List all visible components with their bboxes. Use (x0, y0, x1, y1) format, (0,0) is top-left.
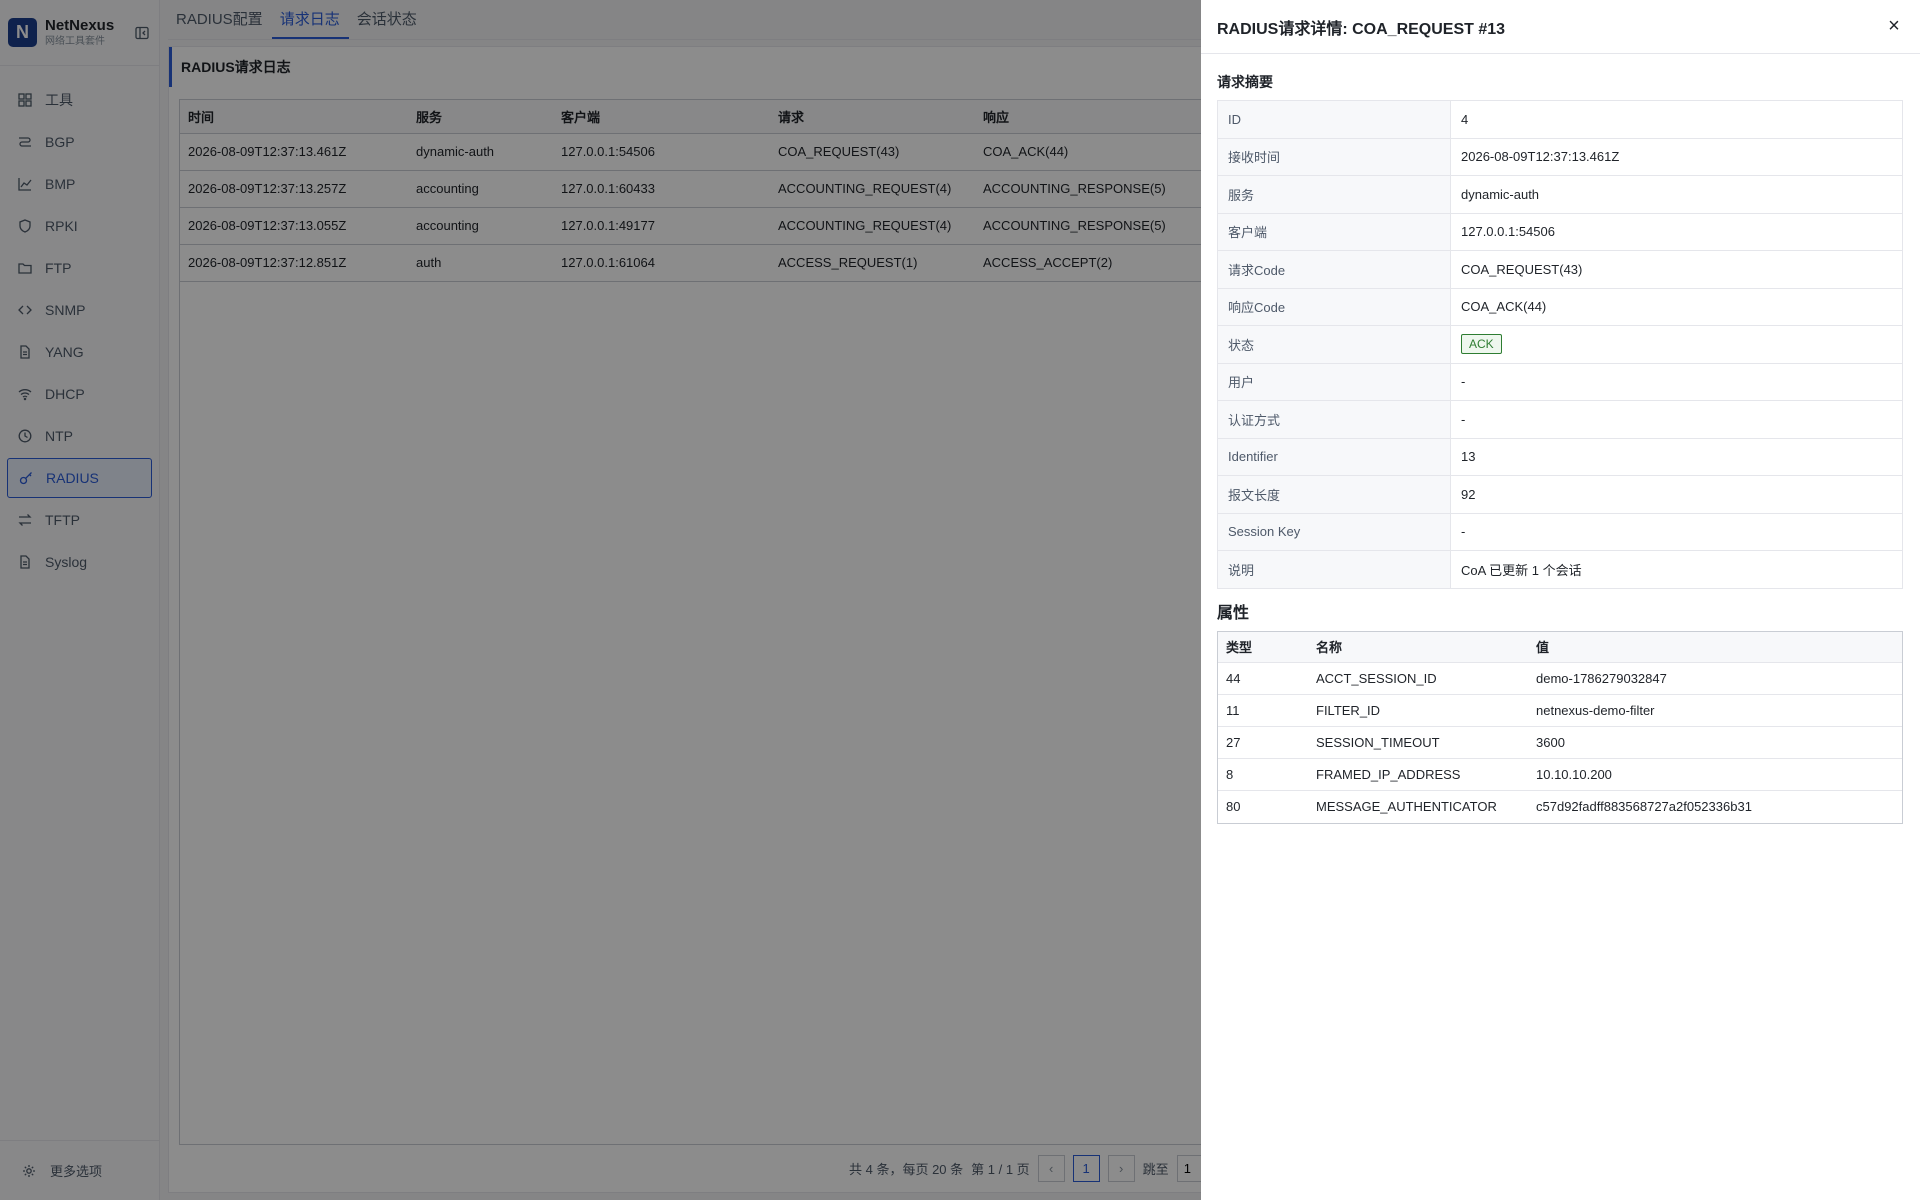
summary-key: Identifier (1217, 437, 1451, 476)
summary-row: 认证方式 - (1217, 400, 1903, 439)
summary-key: 报文长度 (1217, 475, 1451, 514)
attribute-cell: FILTER_ID (1308, 694, 1528, 727)
summary-value: 13 (1450, 437, 1903, 476)
attribute-cell: 44 (1218, 662, 1308, 695)
attribute-row: 80 MESSAGE_AUTHENTICATOR c57d92fadff883568… (1218, 791, 1902, 823)
summary-key: 响应Code (1217, 287, 1451, 326)
attribute-column-header: 名称 (1308, 631, 1528, 663)
request-detail-drawer: RADIUS请求详情: COA_REQUEST #13 × 请求摘要 ID 4 接收… (1201, 0, 1920, 1200)
attribute-cell: 10.10.10.200 (1528, 758, 1902, 791)
summary-key: 用户 (1217, 362, 1451, 401)
attribute-cell: demo-1786279032847 (1528, 662, 1902, 695)
attribute-cell: 27 (1218, 726, 1308, 759)
summary-key: ID (1217, 100, 1451, 139)
attribute-cell: 11 (1218, 694, 1308, 727)
summary-value: - (1450, 362, 1903, 401)
summary-row: 接收时间 2026-08-09T12:37:13.461Z (1217, 137, 1903, 176)
attributes-section-title: 属性 (1217, 604, 1250, 622)
attribute-cell: MESSAGE_AUTHENTICATOR (1316, 799, 1497, 815)
summary-value: 2026-08-09T12:37:13.461Z (1450, 137, 1903, 176)
summary-value: COA_ACK(44) (1450, 287, 1903, 326)
summary-row: 报文长度 92 (1217, 475, 1903, 514)
summary-value: - (1450, 512, 1903, 551)
summary-key: 认证方式 (1217, 400, 1451, 439)
attributes-table-container: 类型 名称值 44 ACCT_SESSION_ID demo-178627903284… (1217, 630, 1903, 824)
attribute-cell: FRAMED_IP_ADDRESS (1308, 758, 1528, 791)
summary-key: 接收时间 (1217, 137, 1451, 176)
summary-value: 92 (1450, 475, 1903, 514)
drawer-title: RADIUS请求详情: COA_REQUEST #13 (1217, 20, 1506, 38)
attribute-column-header: 类型 (1218, 631, 1308, 663)
attribute-row: 27 SESSION_TIMEOUT 3600 (1218, 726, 1902, 759)
attribute-cell: 80 (1226, 799, 1241, 815)
attribute-cell: c57d92fadff883568727a2f052336b31 (1536, 799, 1752, 815)
summary-row: Identifier 13 (1217, 437, 1903, 476)
summary-row: ID 4 (1217, 100, 1903, 139)
attribute-cell: SESSION_TIMEOUT (1308, 726, 1528, 759)
summary-key: 请求Code (1217, 250, 1451, 289)
status-badge: ACK (1461, 334, 1502, 355)
summary-key: 状态 (1217, 325, 1451, 364)
summary-section-title: 请求摘要 (1217, 74, 1273, 90)
summary-value: CoA 已更新 1 个会话 (1450, 550, 1903, 589)
summary-row: 用户 - (1217, 362, 1903, 401)
summary-key: 服务 (1217, 175, 1451, 214)
summary-row: 请求Code COA_REQUEST(43) (1217, 250, 1903, 289)
summary-row: 说明 CoA 已更新 1 个会话 (1217, 550, 1903, 589)
summary-key: Session Key (1217, 512, 1451, 551)
attribute-row: 11 FILTER_ID netnexus-demo-filter (1218, 694, 1902, 727)
summary-row: 状态 ACK (1217, 325, 1903, 364)
summary-row: Session Key - (1217, 512, 1903, 551)
summary-key: 客户端 (1217, 212, 1451, 251)
attribute-cell: 8 (1218, 758, 1308, 791)
close-icon[interactable]: × (1884, 15, 1904, 37)
summary-value: ACK (1450, 325, 1903, 364)
summary-value: COA_REQUEST(43) (1450, 250, 1903, 289)
summary-value: dynamic-auth (1450, 175, 1903, 214)
attribute-cell: netnexus-demo-filter (1528, 694, 1902, 727)
summary-value: - (1450, 400, 1903, 439)
drawer-header: RADIUS请求详情: COA_REQUEST #13 × (1201, 0, 1920, 54)
attributes-table: 类型 名称值 44 ACCT_SESSION_ID demo-178627903284… (1218, 631, 1902, 823)
attribute-column-header: 值 (1528, 631, 1902, 663)
attribute-row: 8 FRAMED_IP_ADDRESS 10.10.10.200 (1218, 758, 1902, 791)
summary-row: 响应Code COA_ACK(44) (1217, 287, 1903, 326)
summary-key: 说明 (1217, 550, 1451, 589)
attribute-row: 44 ACCT_SESSION_ID demo-1786279032847 (1218, 662, 1902, 695)
summary-value: 127.0.0.1:54506 (1450, 212, 1903, 251)
summary-row: 服务 dynamic-auth (1217, 175, 1903, 214)
summary-row: 客户端 127.0.0.1:54506 (1217, 212, 1903, 251)
summary-table: ID 4 接收时间 2026-08-09T12:37:13.461Z 服务 dynamic… (1217, 100, 1903, 589)
attribute-cell: 3600 (1528, 726, 1902, 759)
summary-value: 4 (1450, 100, 1903, 139)
attribute-cell: ACCT_SESSION_ID (1308, 662, 1528, 695)
